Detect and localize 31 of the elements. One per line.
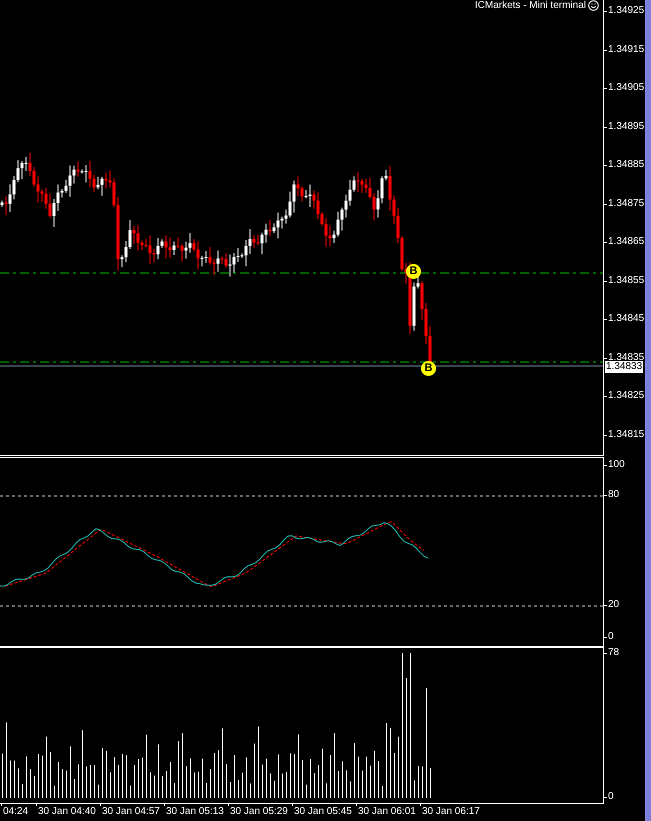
time-label: 30 Jan 06:01 — [358, 806, 416, 818]
time-label: 30 Jan 04:57 — [102, 806, 160, 818]
price-label: 1.34905 — [608, 82, 644, 94]
time-label: 30 Jan 05:13 — [166, 806, 224, 818]
price-label: 1.34855 — [608, 275, 644, 287]
volume-label: 0 — [608, 791, 614, 803]
price-label: 1.34865 — [608, 236, 644, 248]
indicator-label: 100 — [608, 459, 625, 471]
price-label: 1.34925 — [608, 5, 644, 17]
buy-marker: B — [406, 264, 421, 279]
smiley-icon — [588, 0, 599, 11]
price-label: 1.34885 — [608, 159, 644, 171]
price-label: 1.34875 — [608, 198, 644, 210]
time-label: 04:24 — [3, 806, 28, 818]
volume-label: 78 — [608, 647, 620, 659]
buy-marker: B — [421, 361, 436, 376]
time-label: 30 Jan 04:40 — [38, 806, 96, 818]
price-label: 1.34845 — [608, 313, 644, 325]
price-label: 1.34815 — [608, 429, 644, 441]
window-title: ICMarkets - Mini terminal — [474, 0, 586, 11]
time-label: 30 Jan 05:29 — [230, 806, 288, 818]
price-label: 1.34915 — [608, 44, 644, 56]
price-label: 1.34835 — [608, 352, 644, 363]
time-label: 30 Jan 05:45 — [294, 806, 352, 818]
time-label: 30 Jan 06:17 — [422, 806, 480, 818]
indicator-label: 0 — [608, 631, 614, 643]
price-label: 1.34825 — [608, 390, 644, 402]
indicator-label: 80 — [608, 489, 620, 501]
indicator-label: 20 — [608, 599, 620, 611]
price-label: 1.34895 — [608, 121, 644, 133]
current-price-label: 1.34833 — [605, 361, 644, 373]
